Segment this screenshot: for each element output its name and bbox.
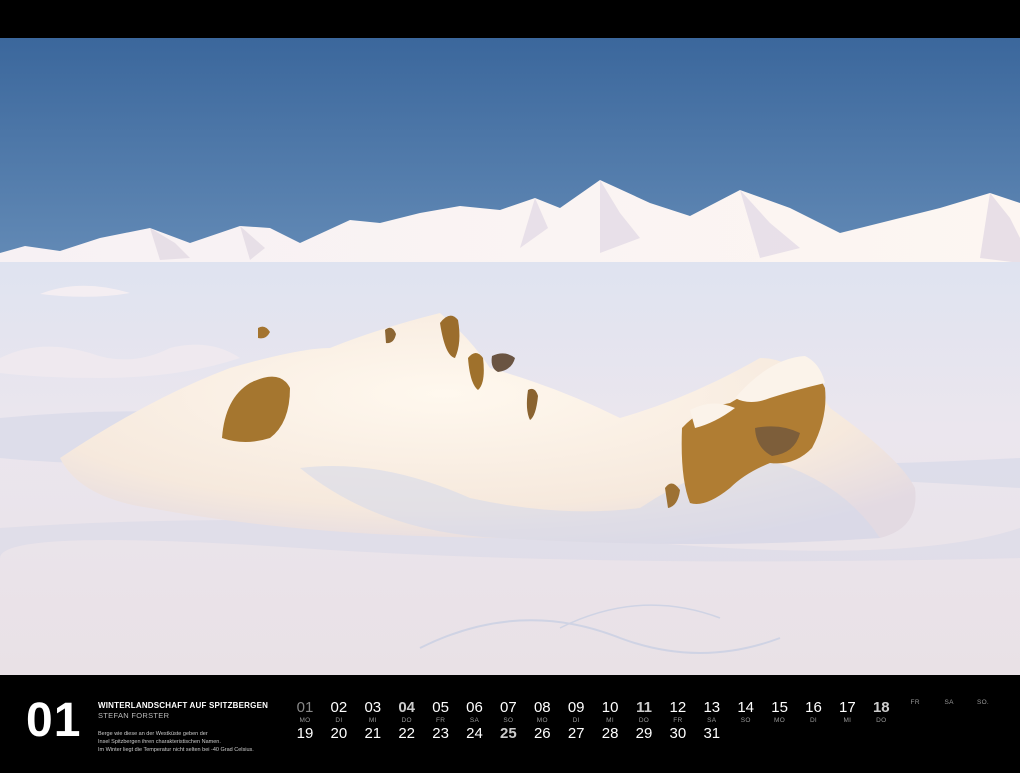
- weekday-label: MO: [536, 717, 548, 724]
- month-number: 01: [26, 694, 82, 747]
- day-column: 14 SO: [730, 699, 762, 725]
- description-line: Insel Spitzbergen ihren charakteristisch…: [98, 739, 221, 745]
- day-column: 05 FR 23: [425, 699, 457, 743]
- day-column: SO.: [967, 699, 999, 707]
- day-number-bottom: 30: [669, 725, 687, 742]
- weekday-label: DI: [335, 717, 343, 724]
- day-column: SA: [933, 699, 965, 707]
- day-number-top: 10: [601, 699, 619, 716]
- day-number-bottom: 29: [635, 725, 653, 742]
- day-column: 16 DI: [798, 699, 830, 725]
- day-column: 09 DI 27: [560, 699, 592, 743]
- day-number-top: 17: [839, 699, 856, 716]
- weekday-label: FR: [673, 717, 683, 724]
- weekday-label: SA: [469, 717, 480, 724]
- day-number-top: 12: [669, 699, 687, 716]
- weekday-label: DO: [638, 717, 650, 724]
- weekday-label: FR: [910, 699, 920, 706]
- day-column: 11 DO 29: [628, 699, 660, 743]
- weekday-label: DI: [809, 717, 818, 724]
- day-number-bottom: 27: [567, 725, 585, 742]
- day-number-bottom: 31: [703, 725, 721, 742]
- weekday-label: MO: [774, 717, 786, 724]
- day-number-bottom: 23: [432, 725, 449, 742]
- day-column: 06 SA 24: [459, 699, 491, 743]
- weekday-label: SO: [740, 717, 751, 724]
- arctic-landscape-photo: [0, 38, 1020, 675]
- day-column: 12 FR 30: [662, 699, 694, 743]
- day-column: 08 MO 26: [526, 699, 558, 743]
- day-number-top: 11: [636, 699, 652, 716]
- day-number-bottom: 25: [500, 725, 517, 742]
- day-number-bottom: 28: [601, 725, 619, 742]
- weekday-label: MI: [606, 717, 614, 724]
- day-number-top: 04: [398, 699, 416, 716]
- photo-title: WINTERLANDSCHAFT AUF SPITZBERGEN: [98, 701, 269, 710]
- day-number-top: 07: [500, 699, 517, 716]
- day-column: 04 DO 22: [391, 699, 423, 743]
- day-number-bottom: 26: [533, 725, 551, 742]
- day-number-top: 18: [872, 699, 890, 716]
- weekday-label: MI: [368, 717, 377, 724]
- day-column: 03 MI 21: [357, 699, 389, 743]
- day-number-bottom: 24: [466, 725, 483, 742]
- weekday-label: DO: [876, 717, 887, 724]
- weekday-label: FR: [435, 717, 446, 724]
- calendar-footer: 01 WINTERLANDSCHAFT AUF SPITZBERGEN STEF…: [0, 675, 1020, 773]
- day-column: 01 MO 19: [289, 699, 321, 743]
- day-column: 02 DI 20: [323, 699, 355, 743]
- weekday-label: SO.: [976, 699, 990, 706]
- calendar-page: 01 WINTERLANDSCHAFT AUF SPITZBERGEN STEF…: [0, 0, 1020, 773]
- weekday-label: SA: [707, 717, 717, 724]
- weekday-label: SO: [503, 717, 514, 724]
- day-column: 15 MO: [764, 699, 796, 725]
- day-column: FR: [899, 699, 931, 707]
- day-number-top: 05: [432, 699, 449, 716]
- day-number-top: 14: [737, 699, 755, 716]
- day-number-top: 16: [805, 699, 822, 716]
- description-line: Berge wie diese an der Westküste geben d…: [98, 731, 208, 737]
- weekday-label: MI: [843, 717, 852, 724]
- weekday-label: MO: [299, 717, 311, 724]
- day-number-top: 01: [296, 699, 314, 716]
- day-number-bottom: 20: [330, 725, 348, 742]
- weekday-label: SA: [944, 699, 954, 706]
- photo-caption: WINTERLANDSCHAFT AUF SPITZBERGEN STEFAN …: [98, 701, 288, 754]
- weekday-label: DI: [572, 717, 580, 724]
- day-number-bottom: 19: [296, 725, 314, 742]
- day-number-top: 13: [703, 699, 721, 716]
- day-column: 18 DO: [865, 699, 897, 725]
- day-number-top: 06: [466, 699, 483, 716]
- day-number-top: 09: [567, 699, 585, 716]
- description-line: Im Winter liegt die Temperatur nicht sel…: [98, 747, 254, 753]
- weekday-label: DO: [401, 717, 412, 724]
- day-number-top: 08: [533, 699, 551, 716]
- day-column: 07 SO 25: [492, 699, 524, 743]
- day-number-top: 15: [771, 699, 788, 716]
- snow-mountain-illustration: [0, 38, 1020, 675]
- day-number-bottom: 21: [364, 725, 382, 742]
- photographer-name: STEFAN FORSTER: [98, 711, 170, 720]
- day-column: 13 SA 31: [696, 699, 728, 743]
- day-column: 10 MI 28: [594, 699, 626, 743]
- day-number-top: 03: [364, 699, 382, 716]
- photo-description: Berge wie diese an der Westküste geben d…: [98, 730, 288, 754]
- day-number-bottom: 22: [398, 725, 416, 742]
- day-number-top: 02: [330, 699, 348, 716]
- day-column: 17 MI: [831, 699, 863, 725]
